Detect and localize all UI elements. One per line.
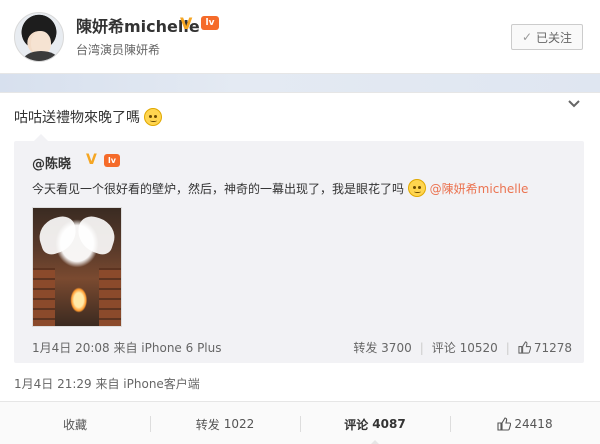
- fireplace-photo[interactable]: [32, 207, 122, 327]
- profile-description: 台湾演员陳妍希: [76, 43, 161, 57]
- repost-level-badge-icon: lv: [104, 154, 120, 167]
- forward-count: 1022: [223, 417, 255, 431]
- mention-link[interactable]: @陳妍希michelle: [430, 182, 529, 196]
- avatar-body: [23, 51, 59, 61]
- thumbs-up-icon: [497, 417, 512, 431]
- collect-label: 收藏: [62, 417, 87, 432]
- cat-emoji-icon: [144, 108, 163, 126]
- profile-header: 陳妍希michelle V lv 台湾演员陳妍希 ✓ 已关注: [0, 0, 600, 74]
- repost-body: 今天看见一个很好看的壁炉，然后，神奇的一幕出现了，我是眼花了吗: [32, 182, 405, 196]
- repost-like-count: 71278: [533, 340, 572, 355]
- chevron-down-icon[interactable]: [567, 99, 585, 113]
- repost-forward-link[interactable]: 转发 3700: [353, 339, 411, 356]
- follow-button[interactable]: ✓ 已关注: [511, 24, 583, 50]
- photo-wing-right: [72, 212, 120, 258]
- thumbs-up-icon: [518, 340, 531, 354]
- separator-band: [0, 74, 600, 92]
- like-button[interactable]: 24418: [450, 402, 600, 444]
- repost-stats: 转发 3700 | 评论 10520 | 71278: [353, 339, 572, 356]
- repost-meta[interactable]: 1月4日 20:08 来自 iPhone 6 Plus: [32, 339, 222, 356]
- comment-count: 4087: [372, 417, 406, 431]
- verified-icon: V: [180, 14, 193, 33]
- comment-button[interactable]: 评论 4087: [300, 402, 450, 444]
- smile-emoji-icon: [407, 179, 426, 197]
- post-meta[interactable]: 1月4日 21:29 来自 iPhone客户端: [14, 375, 200, 392]
- post-body: 咕咕送禮物來晚了嗎: [14, 110, 140, 126]
- photo-brick-right: [99, 268, 121, 326]
- repost-user-link[interactable]: @陈晓: [32, 153, 71, 172]
- divider: |: [419, 340, 424, 355]
- repost-arrow: [34, 134, 48, 141]
- avatar[interactable]: [14, 12, 64, 62]
- comment-label: 评论: [344, 417, 369, 432]
- level-badge-icon: lv: [201, 16, 219, 30]
- repost-comment-link[interactable]: 评论 10520: [432, 339, 498, 356]
- action-bar: 收藏 转发 1022 评论 4087 24418: [0, 401, 600, 444]
- divider: |: [505, 340, 510, 355]
- forward-label: 转发: [195, 417, 220, 432]
- photo-wing-left: [34, 212, 82, 258]
- post-text: 咕咕送禮物來晚了嗎: [14, 107, 163, 127]
- check-icon: ✓: [521, 30, 533, 44]
- collect-button[interactable]: 收藏: [0, 402, 150, 444]
- post-card: 咕咕送禮物來晚了嗎 @陈晓 V lv 今天看见一个很好看的壁炉，然后，神奇的一幕…: [0, 92, 600, 444]
- follow-label: 已关注: [536, 30, 573, 45]
- repost-verified-icon: V: [86, 152, 97, 168]
- like-count: 24418: [514, 417, 553, 431]
- repost-box: @陈晓 V lv 今天看见一个很好看的壁炉，然后，神奇的一幕出现了，我是眼花了吗…: [14, 134, 584, 363]
- photo-brick-left: [33, 268, 55, 326]
- repost-text: 今天看见一个很好看的壁炉，然后，神奇的一幕出现了，我是眼花了吗 @陳妍希mich…: [32, 179, 528, 197]
- repost-like-button[interactable]: 71278: [518, 341, 572, 355]
- forward-button[interactable]: 转发 1022: [150, 402, 300, 444]
